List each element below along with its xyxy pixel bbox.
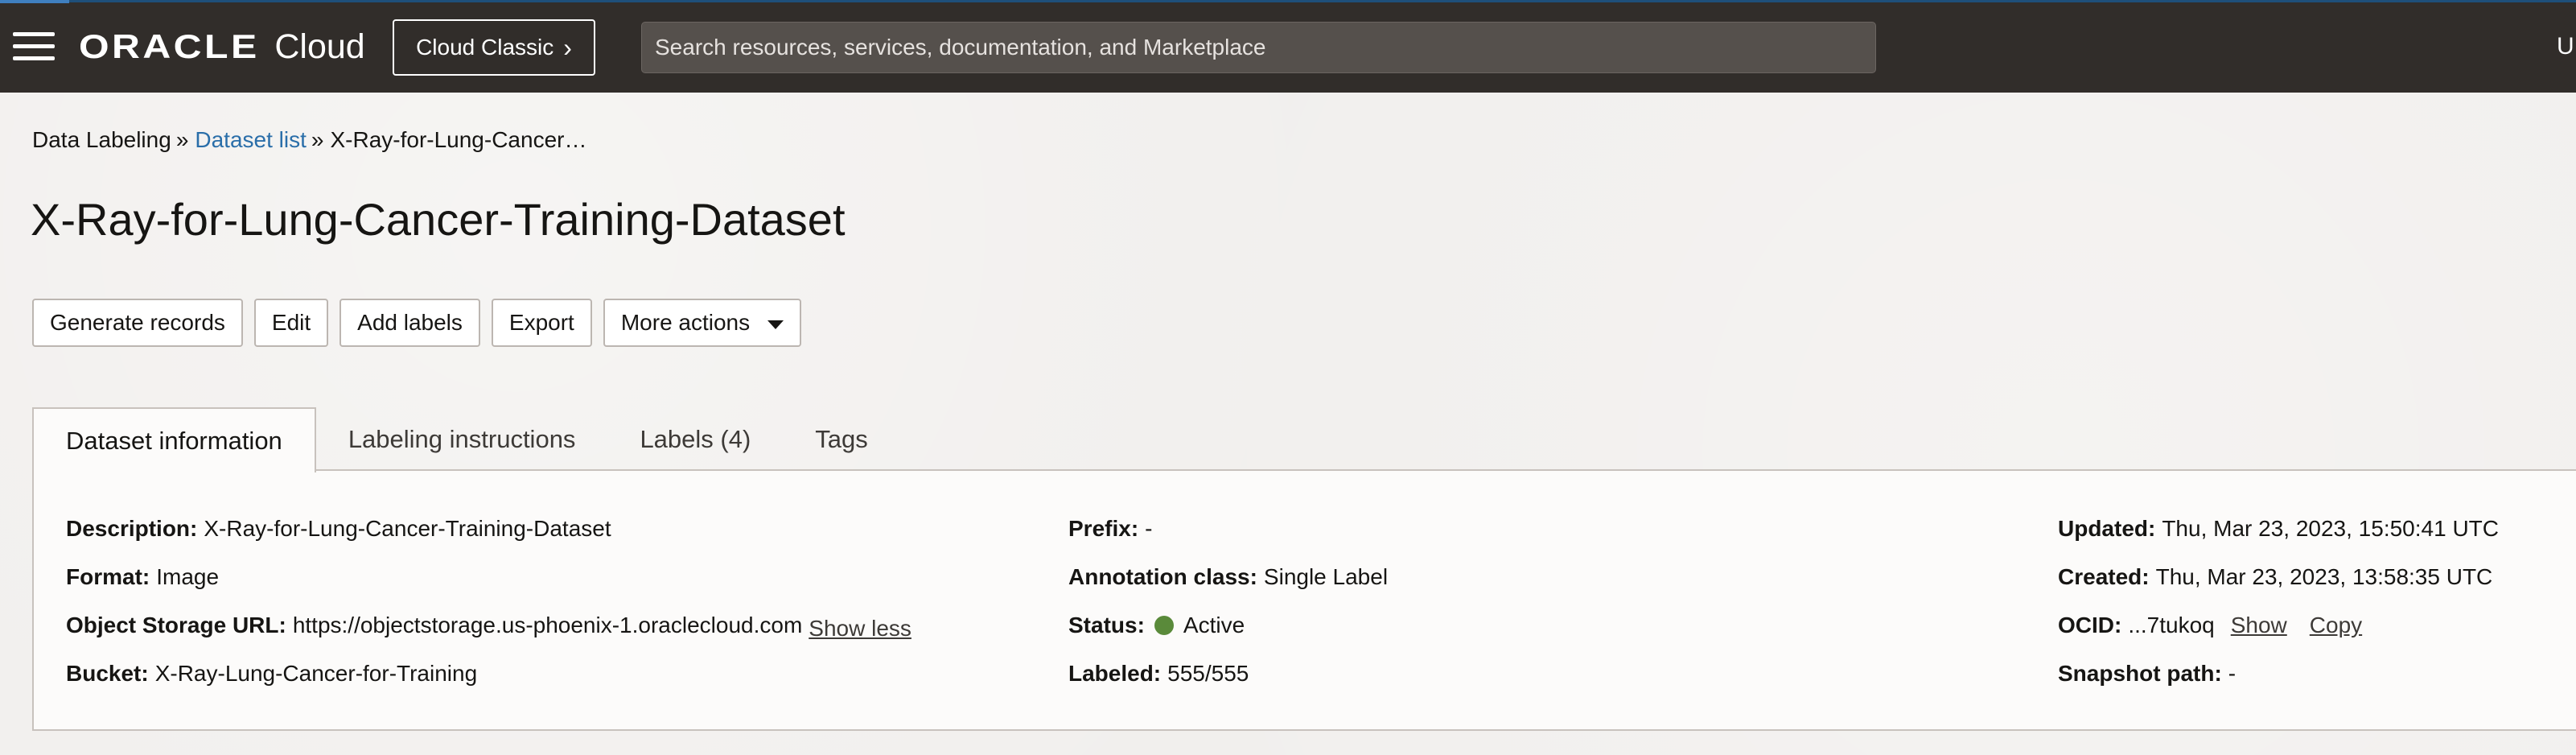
tab-tags[interactable]: Tags [783,407,899,471]
created-label: Created: [2058,564,2150,589]
details-column-2: Prefix: - Annotation class: Single Label… [1068,516,1388,709]
hamburger-menu-icon[interactable] [13,32,55,61]
ocid-value: ...7tukoq [2128,613,2215,637]
edit-button[interactable]: Edit [253,299,329,347]
search-placeholder: Search resources, services, documentatio… [655,35,1266,60]
updated-row: Updated: Thu, Mar 23, 2023, 15:50:41 UTC [2058,516,2499,564]
status-row: Status: Active [1068,613,1388,661]
tab-dataset-information[interactable]: Dataset information [32,407,316,472]
topbar-accent [0,0,69,3]
created-row: Created: Thu, Mar 23, 2023, 13:58:35 UTC [2058,564,2499,613]
description-label: Description: [66,516,198,541]
description-value: X-Ray-for-Lung-Cancer-Training-Dataset [204,516,611,541]
chevron-right-icon: › [563,33,572,62]
show-less-link[interactable]: Show less [809,616,911,642]
generate-records-button[interactable]: Generate records [32,299,243,347]
export-button[interactable]: Export [491,299,592,347]
details-column-3: Updated: Thu, Mar 23, 2023, 15:50:41 UTC… [2058,516,2499,709]
breadcrumb-current: X-Ray-for-Lung-Cancer… [330,127,587,152]
created-value: Thu, Mar 23, 2023, 13:58:35 UTC [2155,564,2493,589]
cloud-classic-label: Cloud Classic [416,35,554,60]
updated-value: Thu, Mar 23, 2023, 15:50:41 UTC [2162,516,2500,541]
ocid-show-link[interactable]: Show [2231,613,2287,638]
ocid-copy-link[interactable]: Copy [2310,613,2362,638]
description-row: Description: X-Ray-for-Lung-Cancer-Train… [66,516,911,564]
prefix-value: - [1145,516,1153,541]
oracle-wordmark: ORACLE [79,27,260,65]
labeled-label: Labeled: [1068,661,1162,686]
object-storage-label: Object Storage URL: [66,613,286,637]
format-row: Format: Image [66,564,911,613]
updated-label: Updated: [2058,516,2156,541]
annotation-class-label: Annotation class: [1068,564,1257,589]
user-initial: U [2557,33,2574,60]
labeled-row: Labeled: 555/555 [1068,661,1388,709]
object-storage-row: Object Storage URL: https://objectstorag… [66,613,911,661]
top-navigation-bar: ORACLE Cloud Cloud Classic › Search reso… [0,0,2576,93]
more-actions-button[interactable]: More actions [603,299,802,347]
prefix-row: Prefix: - [1068,516,1388,564]
ocid-row: OCID: ...7tukoq Show Copy [2058,613,2499,661]
tab-labels[interactable]: Labels (4) [607,407,783,471]
breadcrumb-data-labeling[interactable]: Data Labeling [32,127,171,153]
add-labels-button[interactable]: Add labels [339,299,480,347]
format-label: Format: [66,564,150,589]
breadcrumb-separator: » [175,127,189,152]
breadcrumb-dataset-list[interactable]: Dataset list [195,127,307,153]
action-toolbar: Generate records Edit Add labels Export … [32,299,802,347]
bucket-label: Bucket: [66,661,149,686]
tab-bar: Dataset information Labeling instruction… [32,407,900,472]
cloud-classic-button[interactable]: Cloud Classic › [393,19,595,76]
user-menu[interactable]: U [2557,29,2576,64]
topbar-border [69,0,2576,2]
format-value: Image [156,564,220,589]
snapshot-path-label: Snapshot path: [2058,661,2222,686]
dataset-information-panel: Description: X-Ray-for-Lung-Cancer-Train… [32,469,2576,731]
annotation-class-row: Annotation class: Single Label [1068,564,1388,613]
page-title: X-Ray-for-Lung-Cancer-Training-Dataset [31,194,846,245]
breadcrumb: Data Labeling » Dataset list » X-Ray-for… [32,127,586,153]
snapshot-path-row: Snapshot path: - [2058,661,2499,709]
object-storage-value: https://objectstorage.us-phoenix-1.oracl… [292,613,803,637]
prefix-label: Prefix: [1068,516,1139,541]
status-label: Status: [1068,613,1145,637]
search-input[interactable]: Search resources, services, documentatio… [641,22,1876,73]
labeled-value: 555/555 [1167,661,1249,686]
cloud-wordmark: Cloud [274,27,365,66]
status-value: Active [1183,613,1245,637]
oracle-cloud-logo[interactable]: ORACLE Cloud [79,24,365,69]
status-active-icon [1154,616,1174,635]
more-actions-label: More actions [620,310,751,335]
caret-down-icon [767,320,784,329]
snapshot-path-value: - [2228,661,2237,686]
ocid-label: OCID: [2058,613,2122,637]
details-column-1: Description: X-Ray-for-Lung-Cancer-Train… [66,516,911,709]
bucket-row: Bucket: X-Ray-Lung-Cancer-for-Training [66,661,911,709]
annotation-class-value: Single Label [1263,564,1389,589]
breadcrumb-separator: » [311,127,324,152]
bucket-value: X-Ray-Lung-Cancer-for-Training [154,661,478,686]
tab-labeling-instructions[interactable]: Labeling instructions [316,407,608,471]
